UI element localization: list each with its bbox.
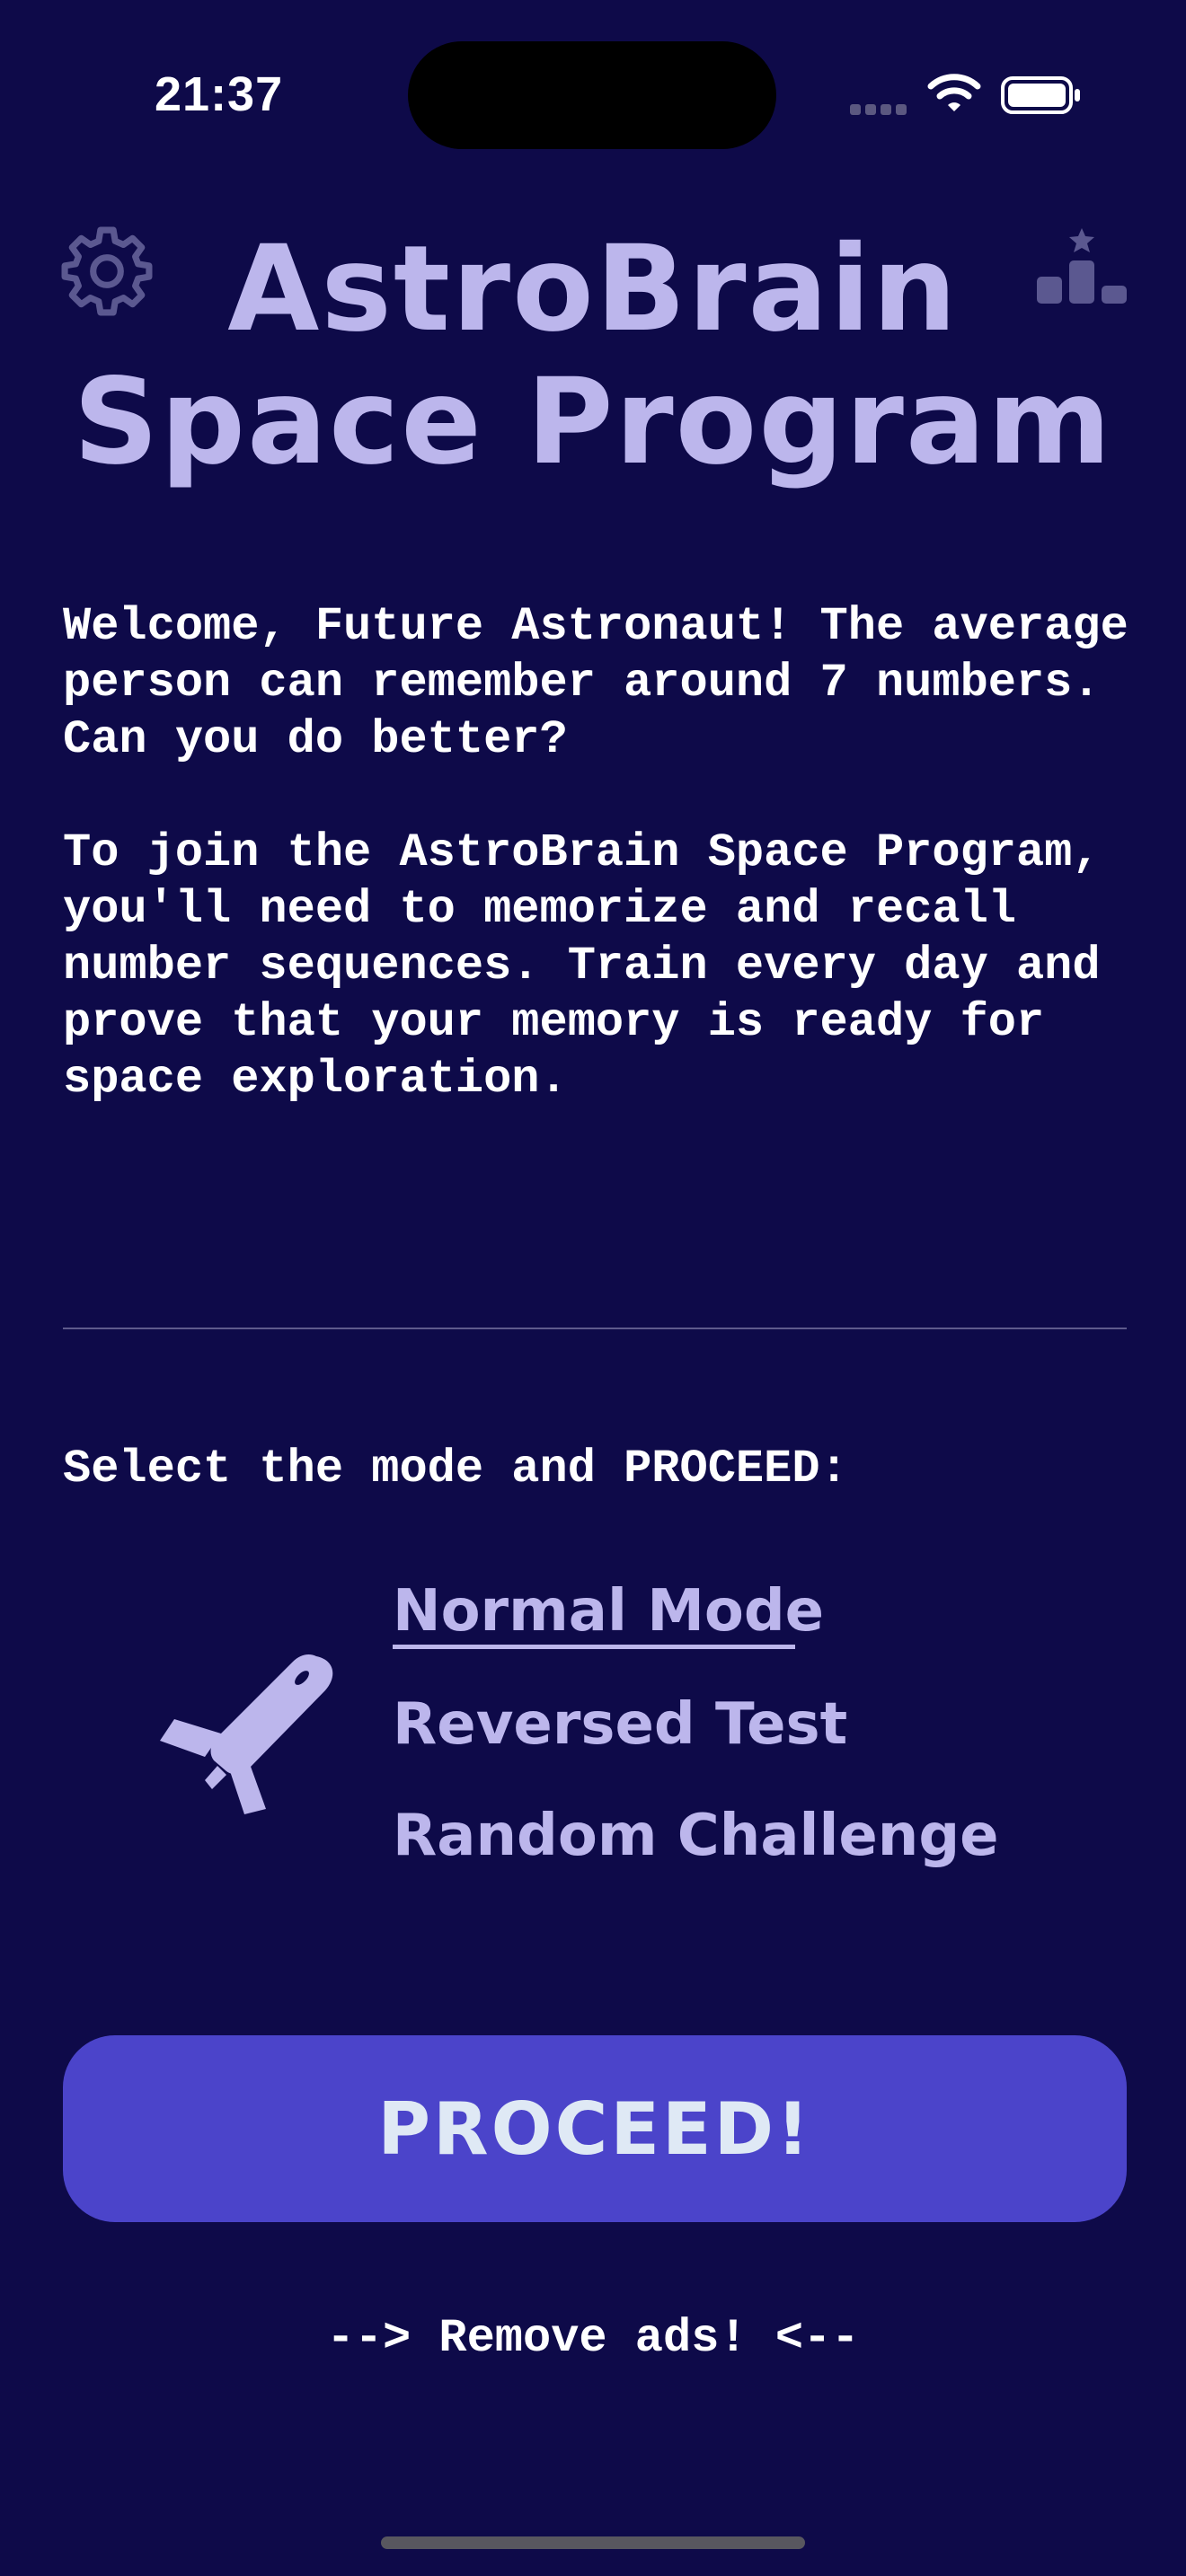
home-indicator[interactable] xyxy=(381,2536,805,2549)
space-shuttle-icon xyxy=(160,1654,333,1814)
cellular-signal-icon xyxy=(850,104,907,115)
battery-icon xyxy=(1001,76,1080,114)
mode-select-label: Select the mode and PROCEED: xyxy=(63,1442,848,1495)
mode-option-reversed[interactable]: Reversed Test xyxy=(393,1689,847,1760)
proceed-button[interactable]: PROCEED! xyxy=(63,2035,1127,2222)
title-line-1: AstroBrain xyxy=(227,220,959,358)
selected-mode-underline xyxy=(393,1645,795,1649)
intro-paragraph-2: To join the AstroBrain Space Program, yo… xyxy=(63,826,1101,1106)
app-title: AstroBrain Space Program xyxy=(0,223,1186,489)
wifi-icon xyxy=(927,74,981,111)
mode-option-random[interactable]: Random Challenge xyxy=(393,1800,999,1872)
intro-paragraph-1: Welcome, Future Astronaut! The average p… xyxy=(63,600,1128,766)
title-line-2: Space Program xyxy=(73,353,1113,491)
mode-option-normal[interactable]: Normal Mode xyxy=(393,1575,824,1647)
divider xyxy=(63,1328,1127,1329)
intro-text: Welcome, Future Astronaut! The average p… xyxy=(63,598,1141,1107)
remove-ads-link[interactable]: --> Remove ads! <-- xyxy=(0,2310,1186,2367)
dynamic-island xyxy=(408,41,776,149)
status-time: 21:37 xyxy=(155,67,284,121)
